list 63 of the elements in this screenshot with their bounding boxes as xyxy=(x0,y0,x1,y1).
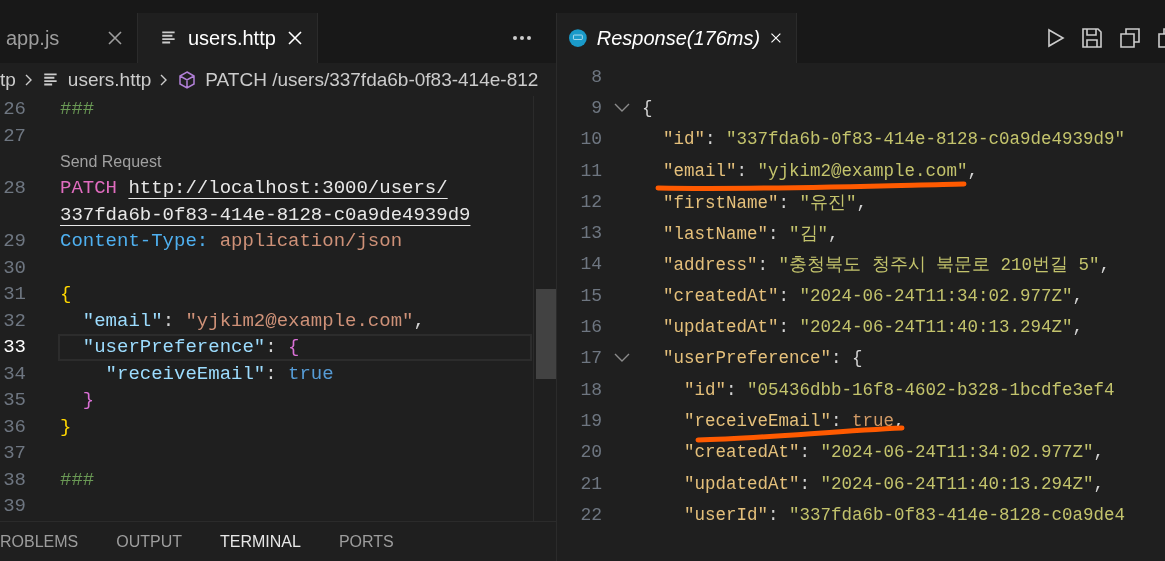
code-line: "updatedAt": "2024-06-24T11:40:13.294Z", xyxy=(683,473,1105,494)
line-number: 18 xyxy=(579,379,602,400)
line-number: 30 xyxy=(2,256,26,279)
line-number: 21 xyxy=(579,473,602,494)
panel-tab[interactable]: TERMINAL xyxy=(220,532,301,551)
send-request-link[interactable]: Send Request xyxy=(60,153,162,171)
code-line: Content-Type: application/json xyxy=(60,230,403,253)
breadcrumb-item[interactable]: users.http xyxy=(41,68,152,91)
code-line: "email": "yjkim2@example.com", xyxy=(81,309,425,332)
code-line: } xyxy=(60,415,72,438)
panel-tab[interactable]: PORTS xyxy=(338,532,394,551)
code-line: 337fda6b-0f83-414e-8128-c0a9de4939d9 xyxy=(60,203,471,226)
line-number: 36 xyxy=(2,415,26,438)
code-line: { xyxy=(642,97,653,118)
breadcrumb-item[interactable]: tp xyxy=(0,68,16,91)
code-line: "id": "337fda6b-0f83-414e-8128-c0a9de4939d9" xyxy=(662,129,1126,150)
line-number: 38 xyxy=(2,468,26,491)
line-number: 15 xyxy=(579,285,602,306)
code-line: { xyxy=(60,283,72,306)
code-line: "lastName": "김", xyxy=(662,223,839,246)
code-line: } xyxy=(81,389,95,412)
line-number: 22 xyxy=(579,504,602,525)
code-line: "firstName": "유진", xyxy=(662,191,868,214)
line-number: 14 xyxy=(579,254,602,275)
line-number: 9 xyxy=(590,97,602,118)
line-number: 39 xyxy=(2,495,26,518)
panel-tab[interactable]: ROBLEMS xyxy=(0,532,79,551)
line-number: 8 xyxy=(590,66,602,87)
line-number: 12 xyxy=(579,191,602,212)
breadcrumb-item[interactable]: PATCH /users/337fda6b-0f83-414e-812 xyxy=(177,68,539,91)
code-line: ### xyxy=(60,98,95,121)
code-line: "address": "충청북도 청주시 북문로 210번길 5", xyxy=(662,254,1111,277)
line-number: 28 xyxy=(2,177,26,200)
line-number: 13 xyxy=(579,223,602,244)
line-number: 20 xyxy=(579,442,602,463)
line-number: 31 xyxy=(2,283,26,306)
line-number: 10 xyxy=(579,129,602,150)
line-number: 29 xyxy=(2,230,26,253)
code-line: "userPreference": { xyxy=(81,336,300,359)
line-number: 37 xyxy=(2,442,26,465)
code-line: PATCH http://localhost:3000/users/ xyxy=(60,177,448,200)
code-line: "userPreference": { xyxy=(662,348,863,369)
code-line: "email": "yjkim2@example.com", xyxy=(662,160,979,181)
code-line: "receiveEmail": true xyxy=(104,362,334,385)
line-number: 17 xyxy=(579,348,602,369)
line-number: 27 xyxy=(2,124,26,147)
code-line: "id": "05436dbb-16f8-4602-b328-1bcdfe3ef4 xyxy=(683,379,1115,400)
editor-tab[interactable]: users.http xyxy=(138,13,318,63)
line-number: 26 xyxy=(2,98,26,121)
code-line: "updatedAt": "2024-06-24T11:40:13.294Z", xyxy=(662,317,1084,337)
code-line: "createdAt": "2024-06-24T11:34:02.977Z", xyxy=(683,442,1105,463)
response-tab[interactable]: Response(176ms) xyxy=(557,13,797,63)
line-number: 11 xyxy=(579,160,602,181)
line-number: 32 xyxy=(2,309,26,332)
code-line: "createdAt": "2024-06-24T11:34:02.977Z", xyxy=(662,285,1084,306)
code-line: "userId": "337fda6b-0f83-414e-8128-c0a9de4 xyxy=(683,504,1126,525)
line-number: 16 xyxy=(579,317,602,337)
panel-tab[interactable]: OUTPUT xyxy=(116,532,183,551)
code-line: ### xyxy=(60,468,95,491)
line-number: 33 xyxy=(2,336,26,359)
line-number: 34 xyxy=(2,362,26,385)
line-number: 35 xyxy=(2,389,26,412)
line-number: 19 xyxy=(579,410,602,431)
